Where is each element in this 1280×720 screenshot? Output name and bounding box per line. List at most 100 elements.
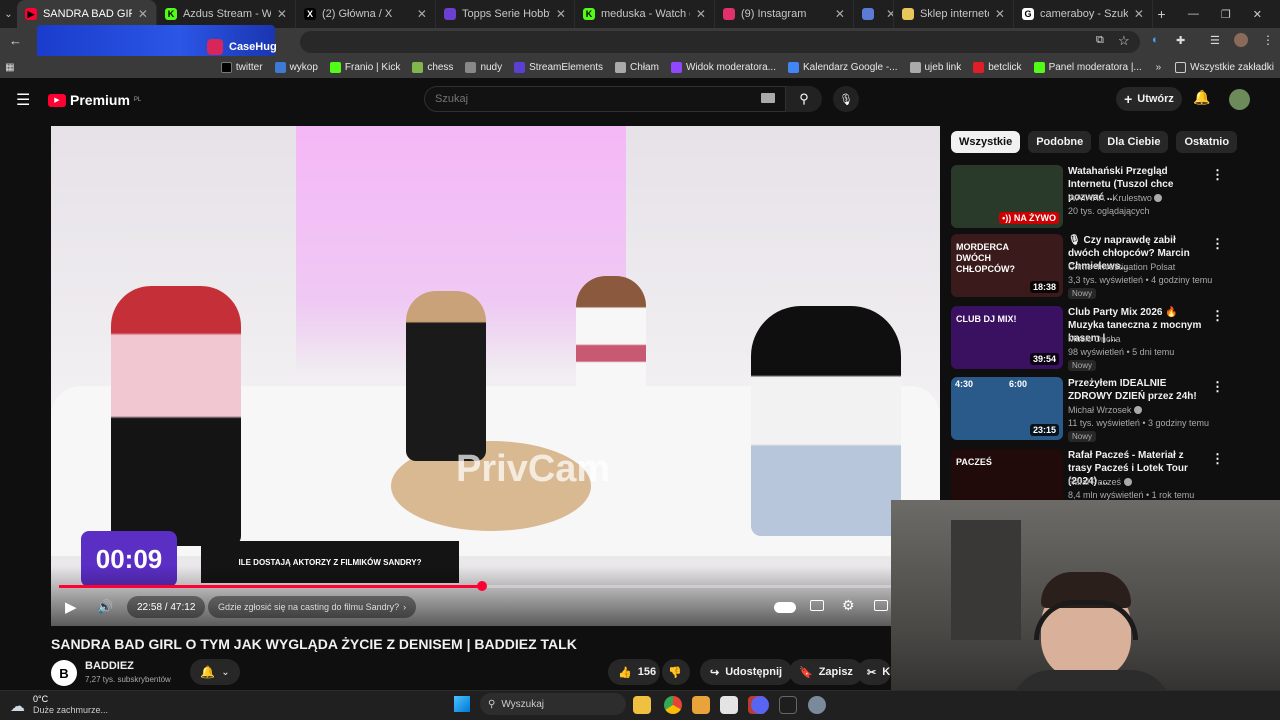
video-player[interactable]: PrivCam 00:09 ILE DOSTAJĄ AKTORZY Z FILM… [51,126,940,626]
voice-search-button[interactable]: 🎙 [833,86,859,112]
recommendation-channel[interactable]: Michał Wrzosek [1068,405,1142,415]
bookmark-item[interactable]: chess [406,61,459,73]
chapter-button[interactable]: Gdzie zgłosić się na casting do filmu Sa… [208,596,417,618]
share-button[interactable]: ↪ Udostępnij [700,659,793,685]
hamburger-menu-icon[interactable]: ☰ [16,90,30,110]
like-button[interactable]: 👍 156 [608,659,660,685]
bookmark-star-icon[interactable]: ☆ [1118,33,1130,49]
bookmark-item[interactable]: nudy [459,61,508,73]
miniplayer-icon[interactable] [874,600,888,611]
more-options-icon[interactable]: ⋮ [1211,167,1224,183]
browser-tab[interactable]: Topps Serie Hobby Boxy ✕ [436,0,575,28]
bookmark-item[interactable]: betclick [967,61,1027,73]
volume-button[interactable]: 🔊 [97,599,113,615]
chrome-icon[interactable] [664,696,682,714]
filter-chip[interactable]: Ostatnio [1176,131,1238,153]
recommendation-channel[interactable]: Rafał Pacześ [1068,477,1132,487]
channel-name[interactable]: BADDIEZ [85,660,134,672]
bookmark-item[interactable]: ujeb link [904,61,968,73]
recommendation-title[interactable]: Przeżyłem IDEALNIE ZDROWY DZIEŃ przez 24… [1068,377,1208,403]
recommendation-thumbnail[interactable]: CLUB DJ MIX! 39:54 [951,306,1063,369]
filter-chip[interactable]: Wszystkie [951,131,1021,153]
file-explorer-icon[interactable] [633,696,651,714]
search-input[interactable] [435,91,735,107]
recommendation-card[interactable]: •)) NA ŻYWO Watahański Przegląd Internetu… [951,165,1224,229]
extension-icon[interactable]: ◐ [1152,34,1159,46]
restore-window-button[interactable]: ❐ [1221,8,1231,21]
recommendation-channel[interactable]: Music Oncha [1068,334,1121,344]
browser-tab[interactable]: ▶ SANDRA BAD GIRL O TYM ✕ [16,0,157,28]
autoplay-toggle[interactable] [774,602,796,613]
bookmark-item[interactable]: Franio | Kick [324,61,406,73]
recommendation-channel[interactable]: Crime+Investigation Polsat [1068,262,1175,272]
channel-avatar[interactable]: B [51,660,77,686]
tab-close-icon[interactable]: ✕ [417,7,427,21]
apps-grid-icon[interactable]: ▦ [0,62,20,73]
bookmark-item[interactable]: Chłam [609,61,665,73]
new-tab-button[interactable]: + [1153,6,1170,22]
filter-chip[interactable]: Dla Ciebie [1099,131,1169,153]
recommendation-thumbnail[interactable]: •)) NA ŻYWO [951,165,1063,228]
weather-desc[interactable]: Duże zachmurze... [33,705,108,715]
more-options-icon[interactable]: ⋮ [1211,451,1224,467]
profile-avatar-icon[interactable] [1234,33,1248,47]
filter-chip[interactable]: Podobne [1028,131,1092,153]
settings-icon[interactable] [808,696,826,714]
close-window-button[interactable]: ✕ [1253,8,1262,21]
bookmarks-overflow-icon[interactable]: » [1148,62,1169,73]
recommendation-card[interactable]: CLUB DJ MIX! 39:54 Club Party Mix 2026 🔥 M… [951,306,1224,371]
browser-tab[interactable]: ✕ [854,0,894,28]
save-button[interactable]: 🔖 Zapisz [789,659,863,685]
windows-start-icon[interactable] [454,696,470,712]
recommendation-thumbnail[interactable]: MORDERCA DWÓCH CHŁOPCÓW? 18:38 [951,234,1063,297]
all-bookmarks[interactable]: Wszystkie zakładki [1169,61,1280,73]
dislike-button[interactable]: 👎 [662,659,690,685]
app-icon-3[interactable] [692,696,710,714]
minimize-window-button[interactable]: — [1188,8,1199,21]
reading-list-icon[interactable]: ☰ [1210,34,1220,47]
bookmark-item[interactable]: twitter [215,61,269,73]
browser-tab[interactable]: X (2) Główna / X ✕ [296,0,436,28]
progress-scrubber[interactable] [476,581,487,591]
tab-close-icon[interactable]: ✕ [835,7,845,21]
tab-close-icon[interactable]: ✕ [1134,7,1144,21]
clip-button[interactable]: ✂ K [857,659,891,685]
discord-icon[interactable] [751,696,769,714]
tab-close-icon[interactable]: ✕ [277,7,287,21]
tab-close-icon[interactable]: ✕ [995,7,1005,21]
recommendation-card[interactable]: MORDERCA DWÓCH CHŁOPCÓW? 18:38 🎙 Czy napra… [951,234,1224,299]
browser-tab[interactable]: Sklep internetowy True C ✕ [894,0,1014,28]
weather-cloud-icon[interactable]: ☁ [10,697,25,715]
notifications-bell-icon[interactable]: 🔔 [1193,89,1210,106]
bookmark-item[interactable]: Kalendarz Google -... [782,61,904,73]
tab-close-icon[interactable]: ✕ [696,7,706,21]
browser-tab[interactable]: Gcameraboy - Szukaj w Go ✕ [1014,0,1153,28]
recommendation-channel[interactable]: WATAHA - Krulestwo [1068,193,1163,203]
bookmark-item[interactable]: Panel moderatora |... [1028,61,1148,73]
chips-next-icon[interactable]: › [1199,132,1204,148]
tab-close-icon[interactable]: ✕ [886,7,893,21]
app-icon-4[interactable] [720,696,738,714]
more-options-icon[interactable]: ⋮ [1211,236,1224,252]
back-icon[interactable]: ← [9,33,22,48]
settings-gear-icon[interactable]: ⚙ [842,597,855,614]
tab-close-icon[interactable]: ✕ [556,7,566,21]
terminal-icon[interactable] [779,696,797,714]
install-app-icon[interactable]: ⧉ [1096,34,1104,47]
extensions-puzzle-icon[interactable]: ✚ [1176,34,1185,47]
subscribe-bell-button[interactable]: 🔔 ⌄ [190,659,240,685]
play-button[interactable]: ▶ [65,598,77,616]
youtube-logo[interactable]: ▶ Premium PL [48,92,141,108]
weather-temp[interactable]: 0°C [33,694,48,704]
tab-close-icon[interactable]: ✕ [138,7,148,21]
account-avatar[interactable] [1229,89,1250,110]
tab-search-button[interactable]: ⌄ [0,0,17,28]
bookmark-item[interactable]: wykop [269,61,324,73]
recommendation-thumbnail[interactable]: 4:30 6:00 23:15 [951,377,1063,440]
browser-tab[interactable]: Kmeduska - Watch clips on ✕ [575,0,715,28]
browser-tab[interactable]: (9) Instagram ✕ [715,0,854,28]
bookmark-item[interactable]: Widok moderatora... [665,61,782,73]
browser-menu-icon[interactable]: ⋮ [1262,33,1274,47]
search-button[interactable]: ⚲ [786,86,822,112]
subtitles-icon[interactable] [810,600,824,611]
